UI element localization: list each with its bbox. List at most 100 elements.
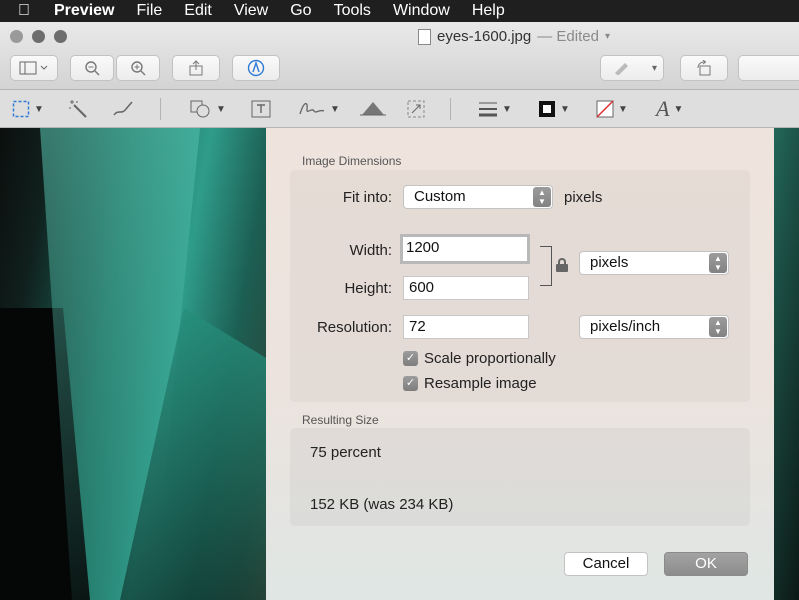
selection-tool[interactable]: ▼ [12,98,44,120]
resolution-units-popup[interactable]: pixels/inch ▲ ▼ [579,315,729,339]
cancel-button[interactable]: Cancel [564,552,648,576]
rotate-icon [697,60,711,76]
sketch-icon [113,101,133,116]
document-filename: eyes-1600.jpg [437,28,532,45]
menu-go[interactable]: Go [290,2,311,20]
markup-toolbar: ▼ ▼ ▼ ▼ ▼ ▼ A ▼ [0,90,799,128]
scale-proportionally-checkbox[interactable]: ✓ Scale proportionally [403,350,556,367]
result-percent: 75 percent [310,444,381,461]
zoom-window-button[interactable] [54,30,67,43]
zoom-out-button[interactable] [70,55,114,81]
scale-proportionally-label: Scale proportionally [424,350,556,367]
magic-wand-icon [69,100,87,118]
resample-image-label: Resample image [424,375,537,392]
menu-file[interactable]: File [136,2,162,20]
adjust-color-icon [360,102,386,116]
minimize-window-button[interactable] [32,30,45,43]
share-icon [189,60,203,76]
window-toolbar: eyes-1600.jpg — Edited ▾ ▾ [0,22,799,90]
menu-window[interactable]: Window [393,2,450,20]
sign-tool[interactable]: ▼ [298,98,340,120]
chevron-down-icon: ▼ [216,103,226,115]
dimension-units-popup[interactable]: pixels ▲ ▼ [579,251,729,275]
apple-icon[interactable]:  [18,2,40,20]
fit-into-label: Fit into: [342,189,392,206]
zoom-in-icon [131,61,146,76]
chevron-down-icon: ▼ [34,103,44,115]
adjust-size-sheet: Image Dimensions Fit into: Custom ▲ ▼ pix… [266,128,774,600]
toolbar-separator [450,98,451,120]
adjust-size-tool[interactable] [406,98,426,120]
markup-toolbar-button[interactable] [232,55,280,81]
checkmark-icon: ✓ [403,351,418,366]
line-style-icon [479,102,497,117]
instant-alpha-tool[interactable] [68,98,88,120]
zoom-in-button[interactable] [116,55,160,81]
border-color-tool[interactable]: ▼ [538,98,570,120]
image-dimensions-title: Image Dimensions [302,154,402,168]
text-tool[interactable] [250,98,272,120]
border-color-icon [539,101,555,117]
file-icon [418,28,431,45]
close-window-button[interactable] [10,30,23,43]
resolution-units-value: pixels/inch [590,318,661,335]
sketch-tool[interactable] [112,98,134,120]
search-field-button[interactable] [738,55,799,81]
resulting-size-title: Resulting Size [302,413,379,427]
dimension-units-value: pixels [590,254,629,271]
text-style-tool[interactable]: A ▼ [656,96,684,121]
line-style-tool[interactable]: ▼ [478,98,512,120]
fill-color-tool[interactable]: ▼ [596,98,628,120]
ok-button[interactable]: OK [664,552,748,576]
zoom-out-icon [85,61,100,76]
resample-image-checkbox[interactable]: ✓ Resample image [403,375,537,392]
signature-icon [299,102,325,115]
pen-icon [615,63,628,75]
chevron-down-icon: ▼ [673,103,684,115]
fit-into-value: Custom [414,188,466,205]
chevron-down-icon: ▾ [651,62,657,74]
menu-app[interactable]: Preview [54,2,114,20]
window-controls [10,30,67,43]
popup-arrows-icon: ▲ ▼ [533,187,551,207]
menu-bar:  Preview File Edit View Go Tools Window… [0,0,799,22]
rotate-button[interactable] [680,55,728,81]
document-title[interactable]: eyes-1600.jpg — Edited ▾ [418,28,610,45]
resolution-field[interactable]: 72 [403,315,529,339]
fit-into-units: pixels [564,189,603,206]
menu-view[interactable]: View [234,2,268,20]
sign-button[interactable]: ▾ [600,55,664,81]
result-file-size: 152 KB (was 234 KB) [310,496,454,513]
text-box-icon [251,100,271,118]
proportion-bracket [540,246,552,286]
fit-into-popup[interactable]: Custom ▲ ▼ [403,185,553,209]
menu-edit[interactable]: Edit [184,2,212,20]
markup-icon [247,59,265,77]
popup-arrows-icon: ▲ ▼ [709,317,727,337]
sidebar-icon [19,61,48,75]
checkmark-icon: ✓ [403,376,418,391]
menu-help[interactable]: Help [472,2,505,20]
chevron-down-icon: ▼ [560,103,570,115]
menu-tools[interactable]: Tools [334,2,371,20]
height-label: Height: [344,280,392,297]
width-label: Width: [349,242,392,259]
shapes-tool[interactable]: ▼ [190,98,226,120]
sidebar-button[interactable] [10,55,58,81]
chevron-down-icon: ▾ [604,31,610,42]
resolution-label: Resolution: [316,319,392,336]
chevron-down-icon: ▼ [502,103,512,115]
chevron-down-icon: ▼ [618,103,628,115]
toolbar-separator [160,98,161,120]
shapes-icon [190,100,210,118]
adjust-color-tool[interactable] [360,98,386,120]
height-field[interactable]: 600 [403,276,529,300]
share-button[interactable] [172,55,220,81]
resize-icon [407,100,425,118]
fill-color-icon [596,100,614,118]
lock-icon [556,258,568,272]
text-style-icon: A [656,96,670,121]
rectangle-selection-icon [12,100,30,118]
popup-arrows-icon: ▲ ▼ [709,253,727,273]
width-field[interactable]: 1200 [400,234,530,264]
